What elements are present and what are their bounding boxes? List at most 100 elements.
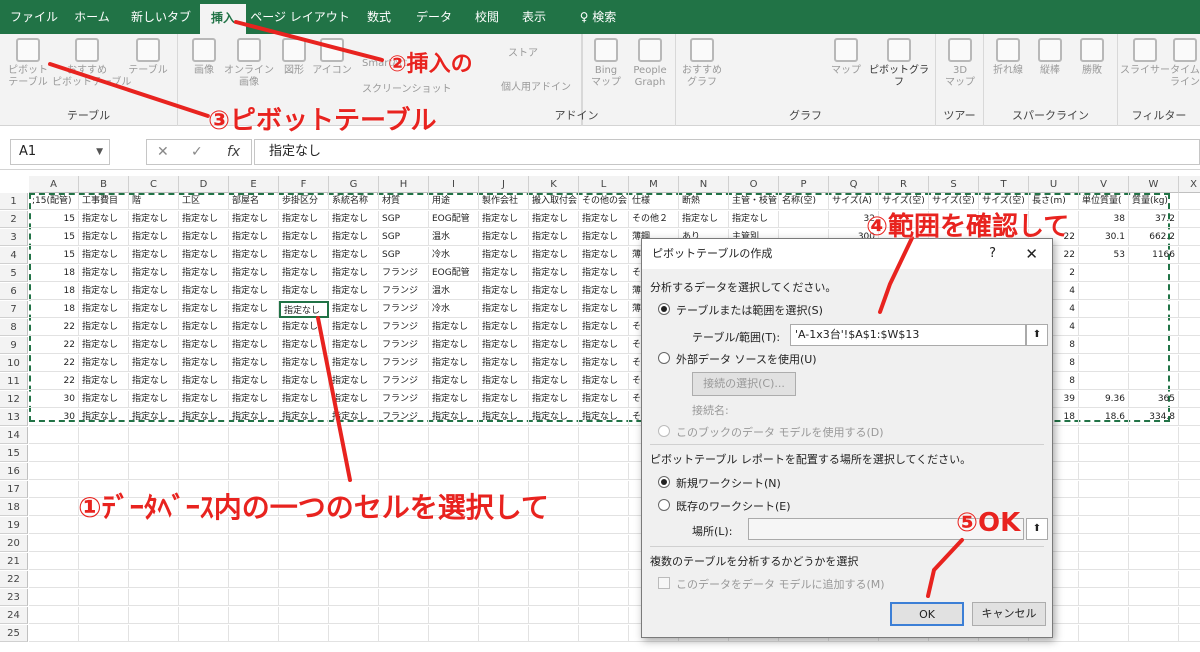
row-header[interactable]: 25	[0, 625, 28, 642]
slicer-button[interactable]: スライサー	[1120, 38, 1170, 77]
cell[interactable]	[179, 607, 229, 624]
cell[interactable]: 指定なし	[479, 265, 529, 282]
cell[interactable]	[1179, 355, 1200, 372]
cell[interactable]: 指定なし	[129, 409, 179, 426]
cell[interactable]	[529, 445, 579, 462]
row-header[interactable]: 19	[0, 517, 28, 534]
column-header[interactable]: O	[729, 176, 779, 193]
cell[interactable]: 指定なし	[179, 265, 229, 282]
sparkline-winloss-button[interactable]: 勝敗	[1074, 38, 1110, 77]
cell[interactable]	[229, 427, 279, 444]
cell[interactable]	[79, 463, 129, 480]
formula-input[interactable]: 指定なし	[254, 139, 1200, 165]
name-box[interactable]: A1 ▼	[10, 139, 110, 165]
cell[interactable]: 指定なし	[279, 247, 329, 264]
cell[interactable]	[1179, 283, 1200, 300]
cell[interactable]: 指定なし	[229, 247, 279, 264]
cell[interactable]	[479, 553, 529, 570]
cell[interactable]: 指定なし	[179, 319, 229, 336]
cell[interactable]: 指定なし	[279, 319, 329, 336]
cell[interactable]: 指定なし	[579, 247, 629, 264]
cell[interactable]: 53	[1079, 247, 1129, 264]
cell[interactable]: 指定なし	[579, 283, 629, 300]
cell[interactable]: 指定なし	[179, 373, 229, 390]
cell[interactable]	[29, 589, 79, 606]
cell[interactable]: 指定なし	[279, 355, 329, 372]
cell[interactable]	[229, 445, 279, 462]
cell[interactable]: 指定なし	[229, 211, 279, 228]
cell[interactable]: フランジ	[379, 301, 429, 318]
cell[interactable]	[129, 463, 179, 480]
cell[interactable]	[79, 625, 129, 642]
cell[interactable]	[279, 589, 329, 606]
cell[interactable]	[329, 571, 379, 588]
cell[interactable]: 指定なし	[579, 373, 629, 390]
cell[interactable]	[29, 427, 79, 444]
cell[interactable]	[429, 571, 479, 588]
search-tab[interactable]: ♀ 検索	[568, 0, 628, 34]
cell[interactable]: 工事費目	[79, 193, 129, 210]
cell[interactable]	[479, 427, 529, 444]
cell[interactable]	[529, 589, 579, 606]
bing-maps-button[interactable]: Bing マップ	[586, 38, 626, 89]
cell[interactable]	[479, 463, 529, 480]
tab-1[interactable]: ホーム	[66, 0, 118, 34]
cell[interactable]: 指定なし	[479, 391, 529, 408]
row-header[interactable]: 2	[0, 211, 28, 228]
ok-button[interactable]: OK	[890, 602, 964, 626]
cell[interactable]	[1079, 337, 1129, 354]
cell[interactable]	[329, 625, 379, 642]
cell[interactable]: 1166	[1129, 247, 1179, 264]
cell[interactable]	[579, 607, 629, 624]
cell[interactable]	[579, 481, 629, 498]
sparkline-line-button[interactable]: 折れ線	[988, 38, 1028, 77]
cell[interactable]	[529, 463, 579, 480]
row-header[interactable]: 16	[0, 463, 28, 480]
cell[interactable]	[279, 553, 329, 570]
cell[interactable]: 指定なし	[579, 337, 629, 354]
cell[interactable]	[1079, 607, 1129, 624]
cell[interactable]: 22	[29, 355, 79, 372]
cell[interactable]: 指定なし	[479, 355, 529, 372]
cell[interactable]	[1179, 463, 1200, 480]
cell[interactable]	[1179, 319, 1200, 336]
icon-button[interactable]: アイコン	[312, 38, 352, 77]
cell[interactable]	[579, 625, 629, 642]
cell[interactable]: 指定なし	[129, 355, 179, 372]
cell[interactable]: 22	[29, 373, 79, 390]
row-header[interactable]: 14	[0, 427, 28, 444]
cell[interactable]: 指定なし	[529, 229, 579, 246]
cell[interactable]	[1079, 265, 1129, 282]
cell[interactable]: 指定なし	[429, 373, 479, 390]
cell[interactable]	[179, 463, 229, 480]
cell[interactable]: 単位質量(	[1079, 193, 1129, 210]
cell[interactable]	[579, 445, 629, 462]
cell[interactable]	[1079, 355, 1129, 372]
cell[interactable]: SGP	[379, 229, 429, 246]
cell[interactable]: 指定なし	[279, 409, 329, 426]
cell[interactable]	[29, 517, 79, 534]
cell[interactable]	[129, 625, 179, 642]
cell[interactable]	[329, 427, 379, 444]
cell[interactable]: 334.8	[1129, 409, 1179, 426]
radio-table-range[interactable]	[658, 303, 670, 315]
cell[interactable]: 指定なし	[329, 373, 379, 390]
cell[interactable]	[1079, 283, 1129, 300]
cell[interactable]: 指定なし	[579, 229, 629, 246]
cell[interactable]	[1079, 571, 1129, 588]
cell[interactable]	[1129, 517, 1179, 534]
cell[interactable]	[79, 571, 129, 588]
cell[interactable]: 365	[1129, 391, 1179, 408]
cell[interactable]: 指定なし	[329, 337, 379, 354]
cell[interactable]: 指定なし	[329, 319, 379, 336]
cell[interactable]: 指定なし	[279, 265, 329, 282]
active-cell[interactable]: 指定なし	[279, 301, 329, 318]
column-header[interactable]: L	[579, 176, 629, 193]
cell[interactable]: フランジ	[379, 265, 429, 282]
cell[interactable]	[1179, 211, 1200, 228]
cell[interactable]: 指定なし	[479, 337, 529, 354]
cell[interactable]	[279, 427, 329, 444]
cell[interactable]: 指定なし	[329, 391, 379, 408]
cell[interactable]: 9.36	[1079, 391, 1129, 408]
column-header[interactable]: A	[29, 176, 79, 193]
